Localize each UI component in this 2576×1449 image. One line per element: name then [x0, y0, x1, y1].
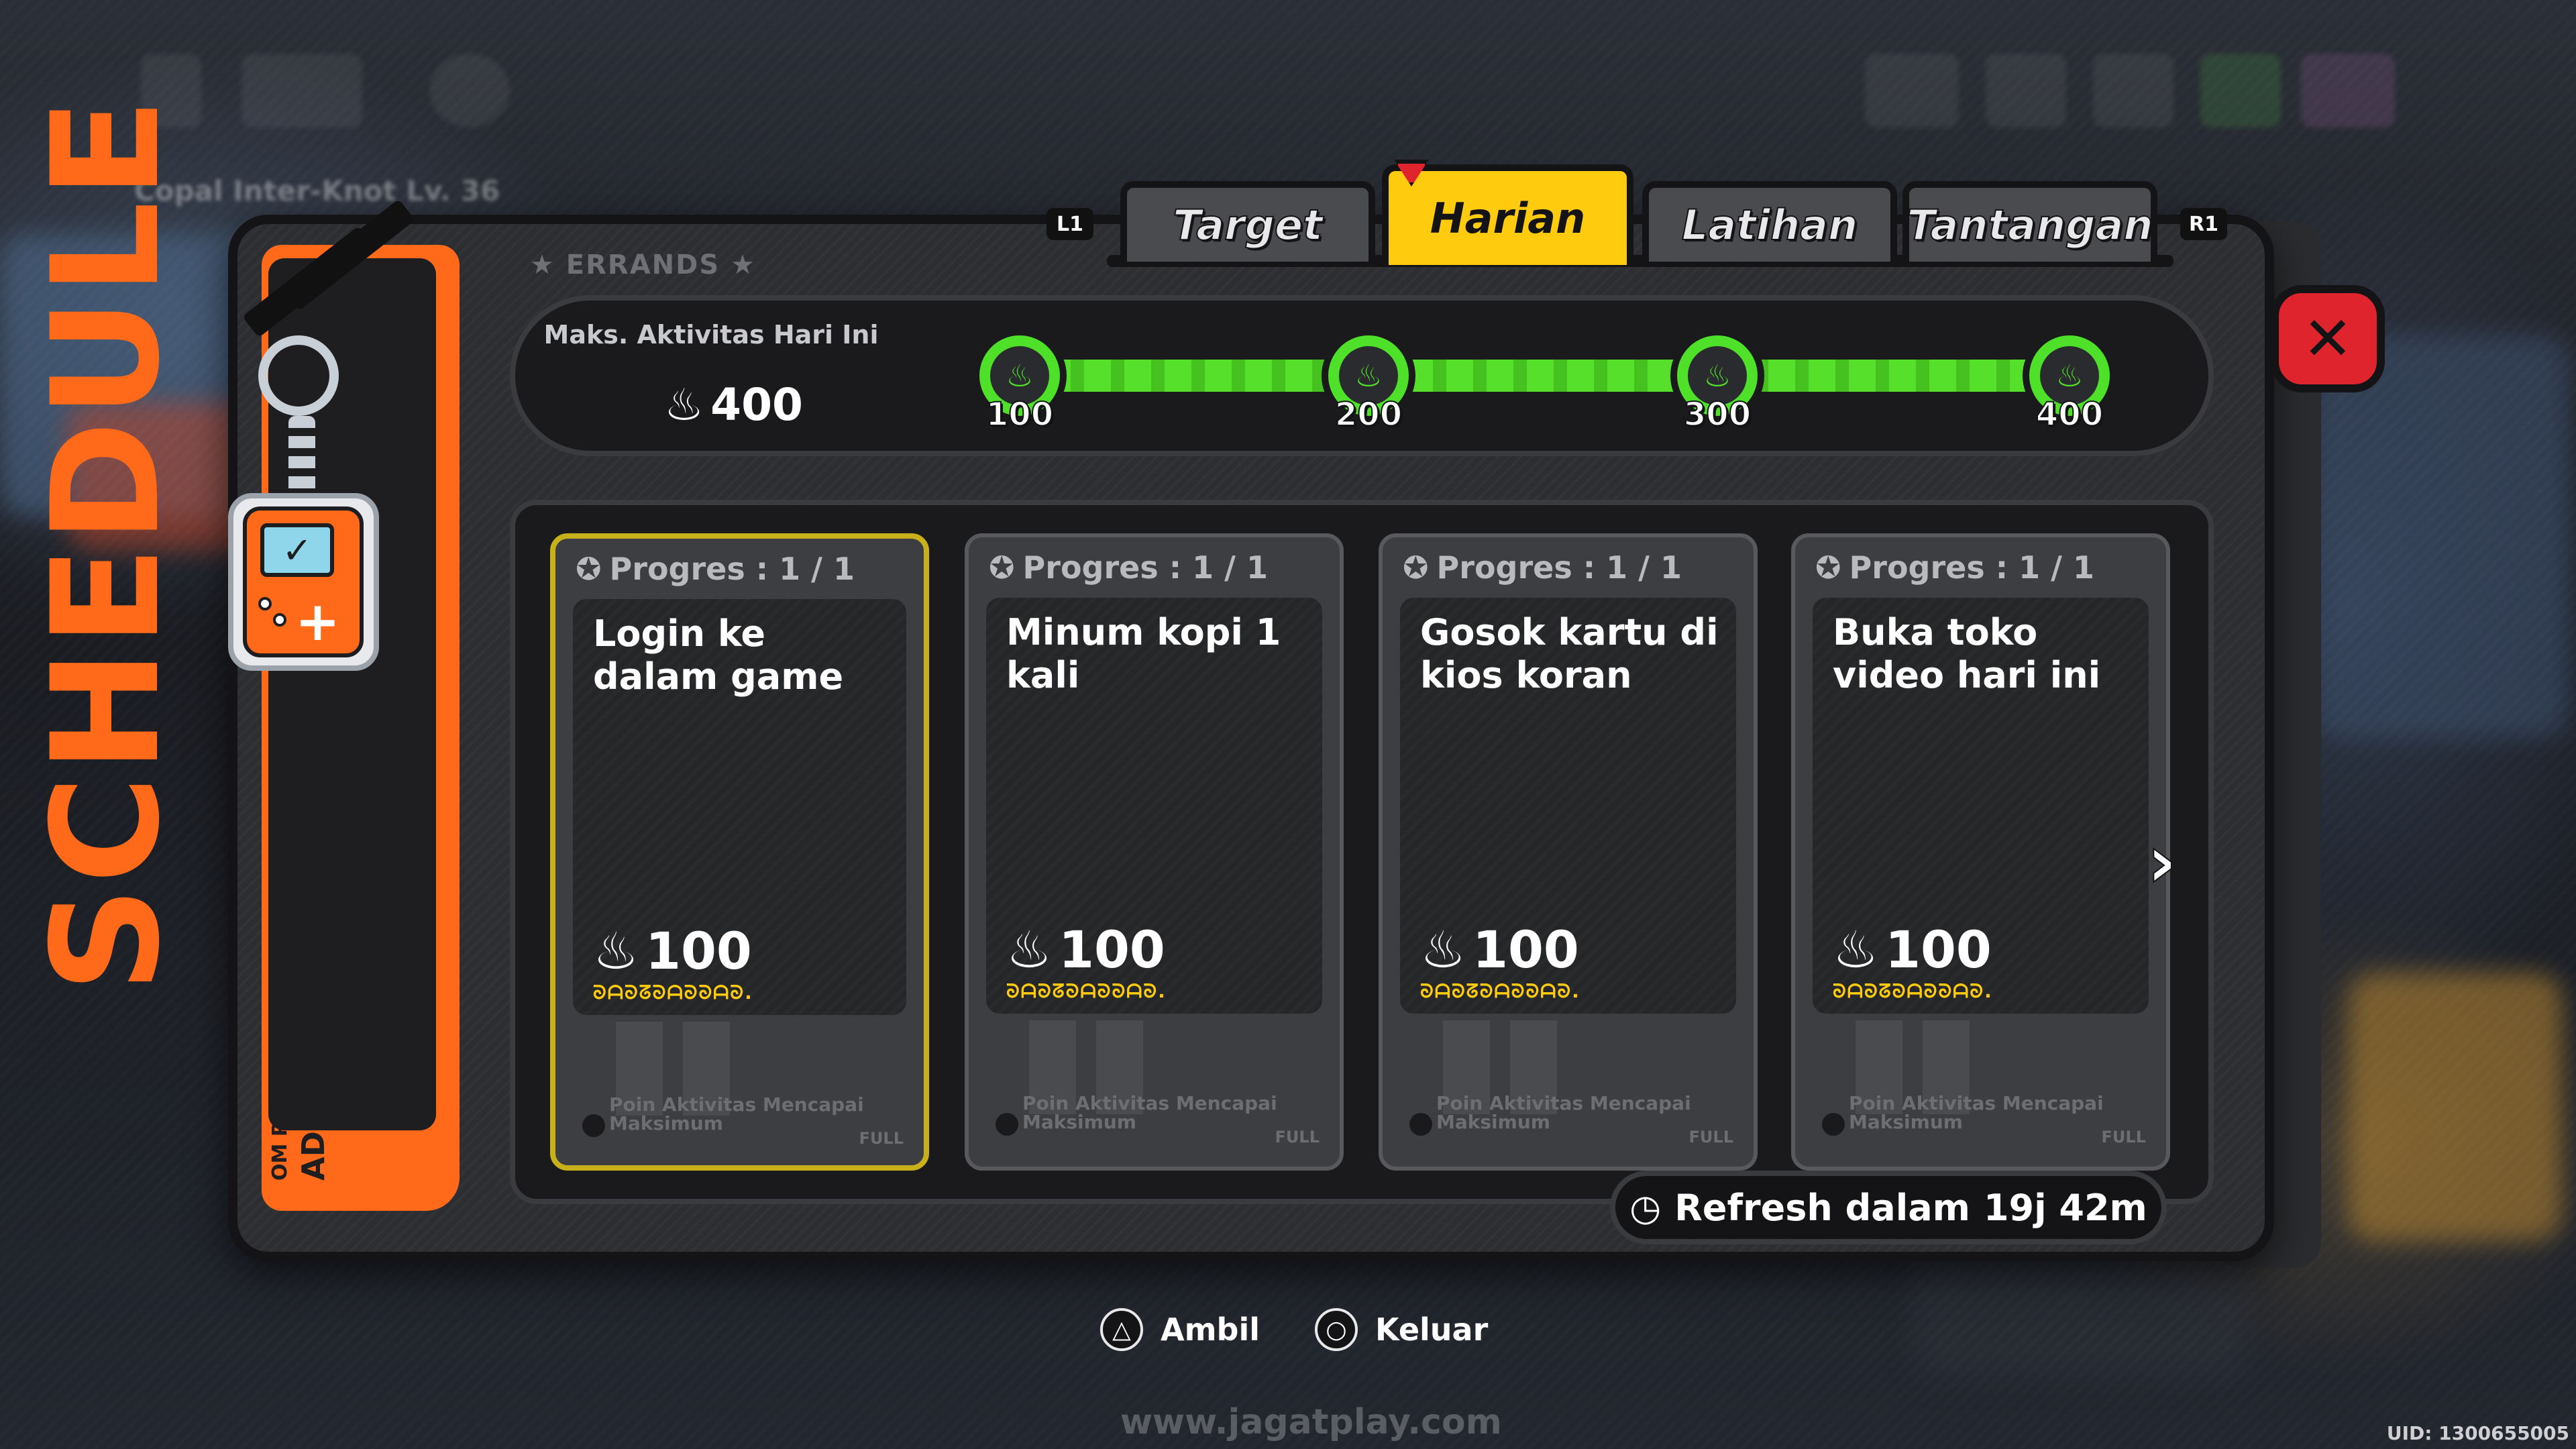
card-progress: ✪ Progres : 1 / 1 [1815, 549, 2095, 586]
tab-latihan[interactable]: Latihan [1642, 181, 1897, 262]
tab-harian[interactable]: Harian [1382, 164, 1633, 265]
status-dot-icon [1409, 1113, 1432, 1136]
card-glyph-text: ᘐᗩᘐᘔᘐᗩᘐᘐᗩᘐ. [1006, 980, 1167, 1002]
card-title: Gosok kartu di kios koran [1420, 611, 1719, 696]
card-progress: ✪ Progres : 1 / 1 [576, 551, 855, 587]
close-button[interactable]: ✕ [2271, 285, 2385, 392]
device-buttons-icon [258, 597, 292, 631]
milestone-label: 300 [1683, 395, 1752, 434]
status-dot-icon [582, 1114, 605, 1137]
uid-label: UID: 1300655005 [2386, 1422, 2569, 1444]
card-points: ♨ 100 [593, 921, 752, 981]
triangle-button-icon: △ [1100, 1308, 1143, 1351]
card-footer-text: Poin Aktivitas Mencapai Maksimum [609, 1093, 864, 1134]
schedule-small-text-2: ADS [295, 1109, 331, 1181]
r1-shoulder-button-hint[interactable]: R1 [2180, 208, 2227, 240]
errands-section-label: ★ ERRANDS ★ [530, 250, 756, 280]
errand-card[interactable]: ✪ Progres : 1 / 1 Buka toko video hari in… [1791, 533, 2170, 1171]
max-activity-value: ♨ 400 [664, 379, 803, 431]
l1-shoulder-button-hint[interactable]: L1 [1046, 208, 1093, 240]
watermark: www.jagatplay.com [1120, 1402, 1502, 1442]
refresh-timer: ◷ Refresh dalam 19j 42m [1610, 1171, 2167, 1244]
star-icon: ★ [720, 250, 756, 280]
exit-prompt[interactable]: ○ Keluar [1315, 1308, 1488, 1351]
card-points: ♨ 100 [1006, 920, 1165, 979]
circle-button-icon: ○ [1315, 1308, 1358, 1351]
card-footer-text: Poin Aktivitas Mencapai Maksimum [1436, 1092, 1691, 1133]
check-icon: ✓ [260, 523, 334, 577]
card-glyph-text: ᘐᗩᘐᘔᘐᗩᘐᘐᗩᘐ. [1833, 980, 1993, 1002]
errand-card[interactable]: ✪ Progres : 1 / 1 Login ke dalam game ♨ 10… [550, 533, 929, 1171]
card-glyph-text: ᘐᗩᘐᘔᘐᗩᘐᘐᗩᘐ. [1420, 980, 1580, 1002]
card-progress: ✪ Progres : 1 / 1 [1403, 549, 1682, 586]
milestone-label: 100 [985, 395, 1054, 434]
activity-progress-track [1000, 356, 2073, 396]
keychain-ring [258, 335, 339, 416]
card-points: ♨ 100 [1420, 920, 1579, 979]
star-icon: ✪ [989, 549, 1015, 586]
card-full-label: FULL [2101, 1128, 2146, 1146]
flame-icon: ♨ [1833, 920, 1879, 979]
top-hud-blurred [121, 40, 2455, 161]
close-x-icon: ✕ [2302, 303, 2353, 374]
milestone-label: 200 [1334, 395, 1403, 434]
dpad-plus-icon: + [295, 590, 341, 653]
clock-icon: ◷ [1629, 1186, 1662, 1229]
card-title: Minum kopi 1 kali [1006, 611, 1281, 696]
errand-card[interactable]: ✪ Progres : 1 / 1 Minum kopi 1 kali ♨ 100 … [965, 533, 1344, 1171]
card-progress: ✪ Progres : 1 / 1 [989, 549, 1269, 586]
card-title: Login ke dalam game [593, 612, 844, 698]
max-activity-label: Maks. Aktivitas Hari Ini [543, 320, 879, 350]
star-icon: ✪ [576, 551, 602, 587]
tab-target[interactable]: Target [1120, 181, 1375, 262]
errand-card[interactable]: ✪ Progres : 1 / 1 Gosok kartu di kios kor… [1379, 533, 1758, 1171]
card-full-label: FULL [859, 1129, 904, 1148]
keychain-chain [288, 416, 315, 496]
card-glyph-text: ᘐᗩᘐᘔᘐᗩᘐᘐᗩᘐ. [593, 981, 753, 1004]
star-icon: ✪ [1403, 549, 1429, 586]
tab-tantangan[interactable]: Tantangan [1902, 181, 2157, 262]
claim-prompt[interactable]: △ Ambil [1100, 1308, 1260, 1351]
card-full-label: FULL [1688, 1128, 1733, 1146]
milestone-label: 400 [2035, 395, 2104, 434]
chevron-right-icon[interactable]: › [2146, 818, 2178, 905]
card-full-label: FULL [1275, 1128, 1320, 1146]
star-icon: ✪ [1815, 549, 1841, 586]
card-footer-text: Poin Aktivitas Mencapai Maksimum [1849, 1092, 2104, 1133]
flame-icon: ♨ [1006, 920, 1053, 979]
card-footer-text: Poin Aktivitas Mencapai Maksimum [1022, 1092, 1277, 1133]
star-icon: ★ [530, 250, 566, 280]
flame-icon: ♨ [664, 379, 704, 431]
schedule-small-text: OM PLAY [268, 1081, 292, 1181]
flame-icon: ♨ [1420, 920, 1466, 979]
flame-icon: ♨ [593, 921, 639, 981]
status-dot-icon [996, 1113, 1018, 1136]
card-title: Buka toko video hari ini [1833, 611, 2101, 696]
status-dot-icon [1822, 1113, 1845, 1136]
card-points: ♨ 100 [1833, 920, 1992, 979]
schedule-side-word: SCHEDULE [20, 95, 192, 993]
